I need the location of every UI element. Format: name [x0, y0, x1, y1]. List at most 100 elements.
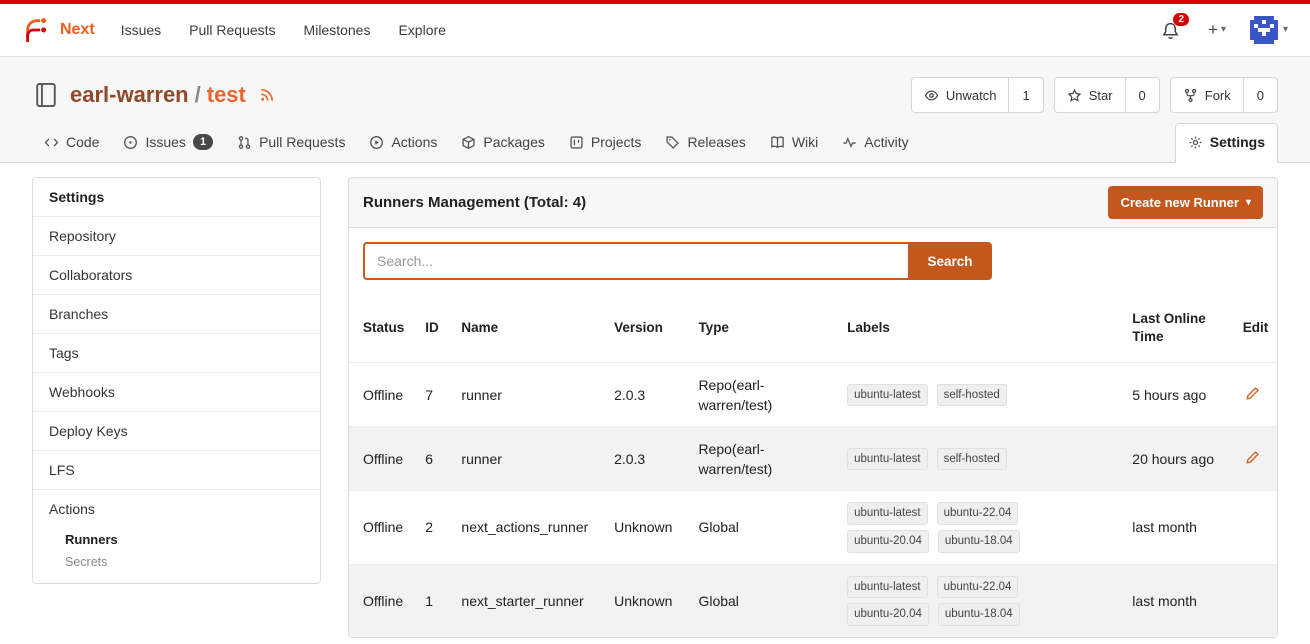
tab-wiki[interactable]: Wiki [758, 124, 830, 162]
fork-button-group: Fork 0 [1170, 77, 1278, 113]
tab-label: Issues [145, 134, 185, 150]
tab-label: Pull Requests [259, 134, 345, 150]
label-chip: ubuntu-latest [847, 576, 928, 599]
repo-tabbar: Code Issues 1 Pull Requests [0, 123, 1310, 163]
sidebar-item-branches[interactable]: Branches [33, 294, 320, 333]
sidebar-actions-subsection: Runners Secrets [33, 528, 320, 583]
col-last-online-time: Last Online Time [1124, 294, 1234, 363]
runner-type: Repo(earl-warren/test) [690, 427, 839, 491]
edit-runner-button[interactable] [1243, 384, 1262, 403]
col-edit: Edit [1235, 294, 1277, 363]
runner-type: Global [690, 491, 839, 564]
unwatch-label: Unwatch [946, 88, 997, 103]
pencil-icon [1245, 450, 1260, 465]
table-row: Offline 1 next_starter_runner Unknown Gl… [349, 564, 1277, 637]
table-row: Offline 7 runner 2.0.3 Repo(earl-warren/… [349, 363, 1277, 427]
home-link[interactable]: Next [22, 15, 95, 45]
col-labels: Labels [839, 294, 1124, 363]
sidebar-item-secrets[interactable]: Secrets [65, 551, 304, 573]
issue-icon [123, 135, 138, 150]
create-new-runner-label: Create new Runner [1120, 195, 1238, 210]
table-row: Offline 6 runner 2.0.3 Repo(earl-warren/… [349, 427, 1277, 491]
fork-button[interactable]: Fork [1171, 78, 1243, 112]
repo-owner-link[interactable]: earl-warren [70, 82, 189, 108]
fork-label: Fork [1205, 88, 1231, 103]
runner-status: Offline [349, 427, 417, 491]
tab-projects[interactable]: Projects [557, 124, 654, 162]
gear-icon [1188, 135, 1203, 150]
runner-last-online: last month [1124, 564, 1234, 637]
runner-status: Offline [349, 363, 417, 427]
stars-count[interactable]: 0 [1125, 78, 1159, 112]
eye-icon [924, 88, 939, 103]
repo-title: earl-warren / test [70, 82, 246, 108]
label-chip: ubuntu-22.04 [937, 576, 1019, 599]
runner-type: Repo(earl-warren/test) [690, 363, 839, 427]
watchers-count[interactable]: 1 [1008, 78, 1042, 112]
repo-name-link[interactable]: test [207, 82, 246, 108]
star-icon [1067, 88, 1082, 103]
create-new-menu-button[interactable]: + ▾ [1208, 20, 1226, 40]
project-board-icon [569, 135, 584, 150]
user-avatar [1250, 16, 1278, 44]
runner-id: 2 [417, 491, 453, 564]
search-button[interactable]: Search [908, 242, 992, 280]
tab-releases[interactable]: Releases [653, 124, 757, 162]
nav-issues[interactable]: Issues [107, 12, 175, 48]
runner-name: next_starter_runner [453, 564, 606, 637]
play-circle-icon [369, 135, 384, 150]
sidebar-item-webhooks[interactable]: Webhooks [33, 372, 320, 411]
tab-settings[interactable]: Settings [1175, 123, 1278, 163]
runner-version: 2.0.3 [606, 427, 690, 491]
top-navigation: Issues Pull Requests Milestones Explore [107, 12, 460, 48]
runner-labels: ubuntu-latest self-hosted [847, 448, 1047, 471]
nav-explore[interactable]: Explore [384, 12, 459, 48]
label-chip: ubuntu-latest [847, 448, 928, 471]
tab-issues[interactable]: Issues 1 [111, 124, 225, 162]
rss-feed-icon[interactable] [258, 86, 276, 104]
chevron-down-icon: ▾ [1283, 25, 1288, 35]
star-button[interactable]: Star [1055, 78, 1125, 112]
sidebar-item-repository[interactable]: Repository [33, 216, 320, 255]
user-menu-button[interactable]: ▾ [1250, 16, 1288, 44]
col-name: Name [453, 294, 606, 363]
pencil-icon [1245, 386, 1260, 401]
nav-pull-requests[interactable]: Pull Requests [175, 12, 289, 48]
tab-code[interactable]: Code [32, 124, 111, 162]
tab-actions[interactable]: Actions [357, 124, 449, 162]
tab-label: Code [66, 134, 99, 150]
edit-runner-button[interactable] [1243, 448, 1262, 467]
page-title: Runners Management (Total: 4) [363, 194, 586, 211]
sidebar-item-runners[interactable]: Runners [65, 528, 304, 551]
tab-pull-requests[interactable]: Pull Requests [225, 124, 357, 162]
label-chip: self-hosted [937, 448, 1007, 471]
sidebar-item-collaborators[interactable]: Collaborators [33, 255, 320, 294]
forks-count[interactable]: 0 [1243, 78, 1277, 112]
sidebar-item-deploy-keys[interactable]: Deploy Keys [33, 411, 320, 450]
issues-count-badge: 1 [193, 134, 213, 150]
runner-version: Unknown [606, 564, 690, 637]
label-chip: ubuntu-20.04 [847, 530, 929, 553]
create-new-runner-button[interactable]: Create new Runner ▾ [1108, 186, 1263, 219]
notifications-button[interactable]: 2 [1157, 17, 1184, 44]
unwatch-button[interactable]: Unwatch [912, 78, 1009, 112]
runners-table: Status ID Name Version Type Labels Last … [349, 294, 1277, 637]
sidebar-header: Settings [33, 178, 320, 216]
tab-packages[interactable]: Packages [449, 124, 556, 162]
sidebar-item-lfs[interactable]: LFS [33, 450, 320, 489]
tab-label: Projects [591, 134, 642, 150]
top-navbar: Next Issues Pull Requests Milestones Exp… [0, 0, 1310, 57]
runner-id: 7 [417, 363, 453, 427]
search-input[interactable] [363, 242, 908, 280]
nav-milestones[interactable]: Milestones [290, 12, 385, 48]
chevron-down-icon: ▾ [1221, 25, 1226, 35]
runner-last-online: 5 hours ago [1124, 363, 1234, 427]
runner-id: 6 [417, 427, 453, 491]
runner-name: runner [453, 363, 606, 427]
runner-labels: ubuntu-latest ubuntu-22.04 ubuntu-20.04 … [847, 502, 1047, 552]
tab-activity[interactable]: Activity [830, 124, 920, 162]
runner-version: 2.0.3 [606, 363, 690, 427]
sidebar-item-tags[interactable]: Tags [33, 333, 320, 372]
repo-book-icon [32, 81, 60, 109]
sidebar-item-actions[interactable]: Actions [33, 489, 320, 528]
